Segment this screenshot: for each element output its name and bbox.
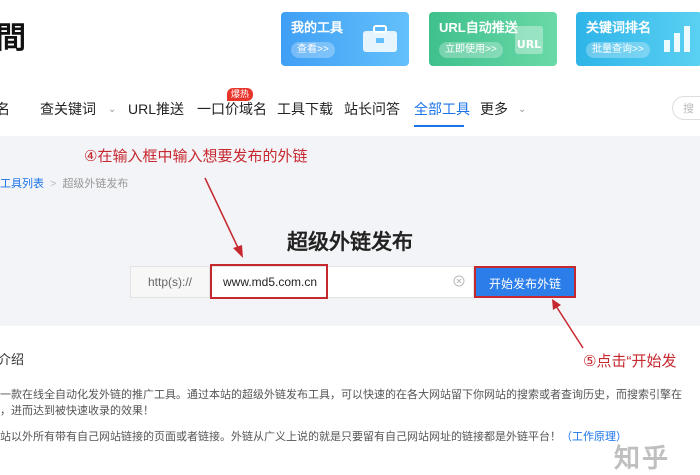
intro-paragraph-text: 站以外所有带有自己网站链接的页面或者链接。外链从广义上说的就是只要留有自己网站网…	[0, 431, 561, 443]
zhihu-watermark: 知乎	[614, 443, 671, 473]
intro-paragraph: ，进而达到被快速收录的效果！	[0, 405, 154, 417]
intro-paragraph: 一款在线全自动化发外链的推广工具。通过本站的超级外链发布工具，可以快速的在各大网…	[0, 389, 682, 401]
intro-paragraph: 站以外所有带有自己网站链接的页面或者链接。外链从广义上说的就是只要留有自己网站网…	[0, 428, 627, 444]
intro-heading: 介绍	[0, 352, 25, 367]
annotation-step5: ⑤点击“开始发	[583, 353, 677, 370]
